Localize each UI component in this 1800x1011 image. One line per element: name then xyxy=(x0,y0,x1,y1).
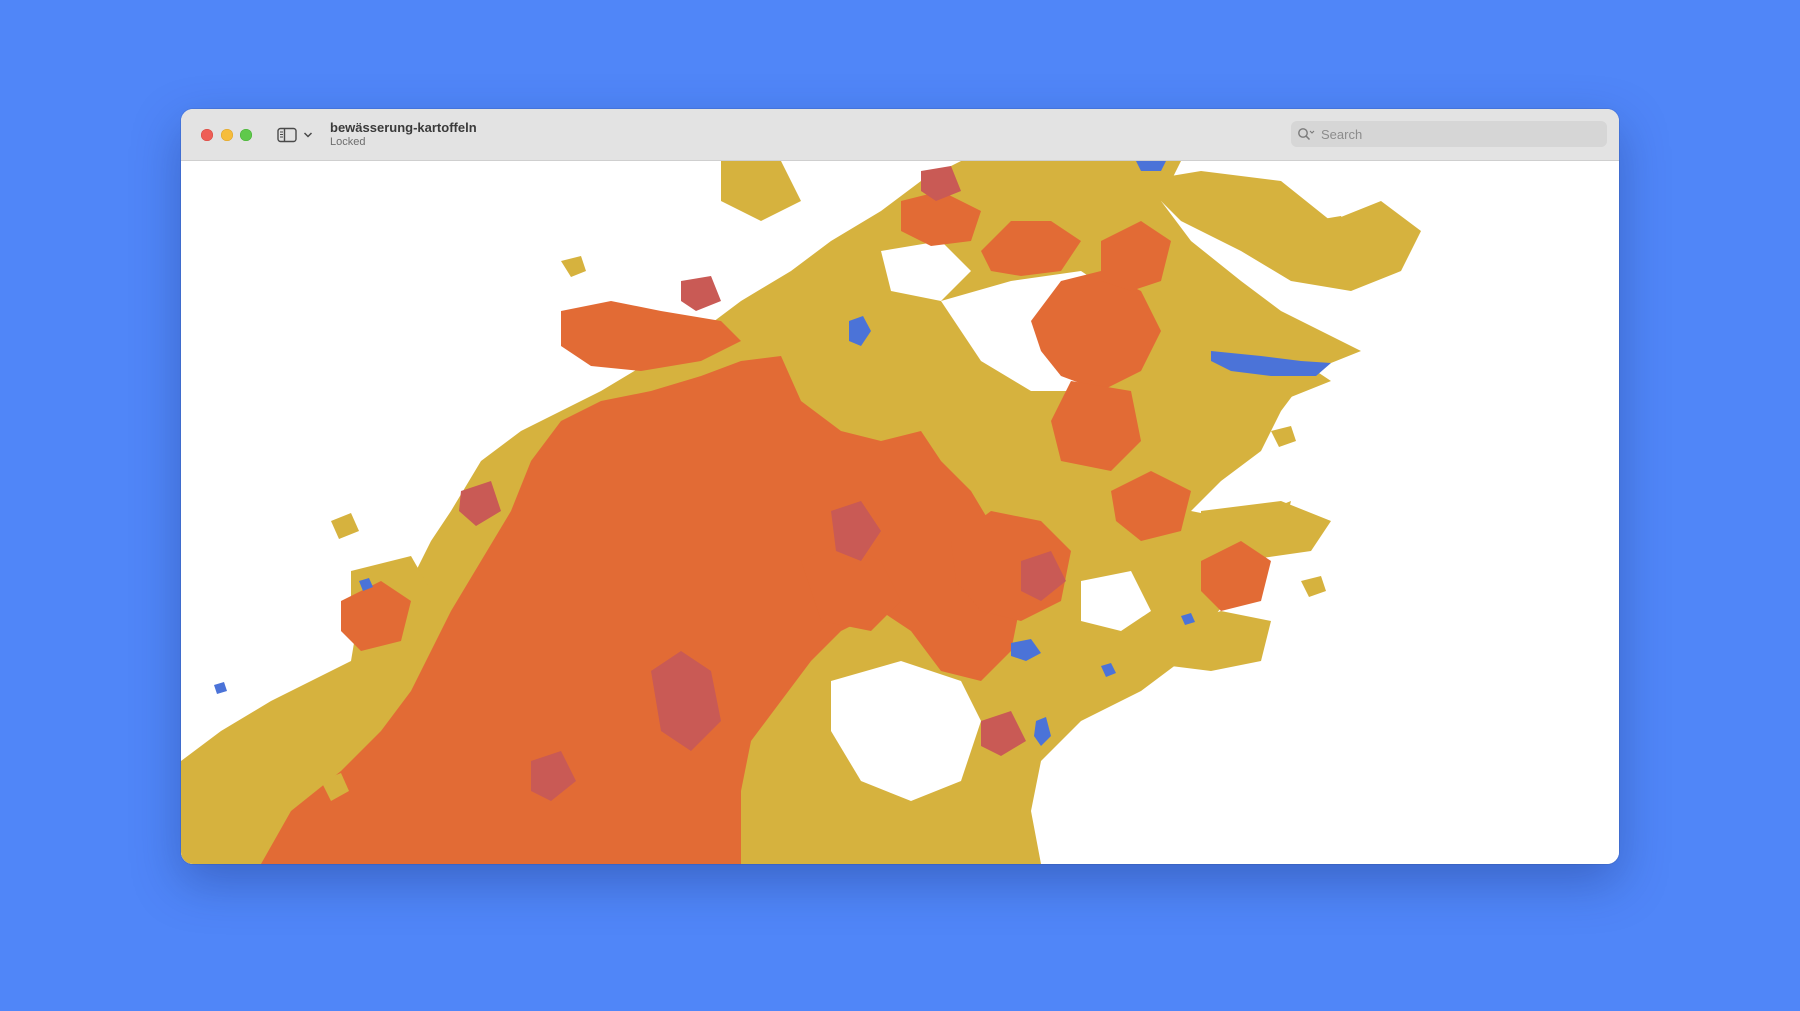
close-window-button[interactable] xyxy=(201,129,213,141)
sidebar-icon xyxy=(277,127,297,143)
irrigation-heatmap xyxy=(181,161,1421,864)
search-input[interactable] xyxy=(1319,125,1593,143)
map-image xyxy=(181,161,1619,864)
document-title: bewässerung-kartoffeln xyxy=(330,120,477,135)
chevron-down-icon xyxy=(303,131,313,139)
maximize-window-button[interactable] xyxy=(240,129,252,141)
document-status: Locked xyxy=(330,136,366,148)
magnifier-icon xyxy=(1297,127,1315,141)
title-block: bewässerung-kartoffeln Locked xyxy=(330,120,477,149)
search-field[interactable] xyxy=(1291,121,1607,147)
minimize-window-button[interactable] xyxy=(221,129,233,141)
title-bar: bewässerung-kartoffeln Locked xyxy=(181,109,1619,161)
preview-window: bewässerung-kartoffeln Locked xyxy=(181,109,1619,864)
sidebar-toggle-button[interactable] xyxy=(277,125,319,145)
